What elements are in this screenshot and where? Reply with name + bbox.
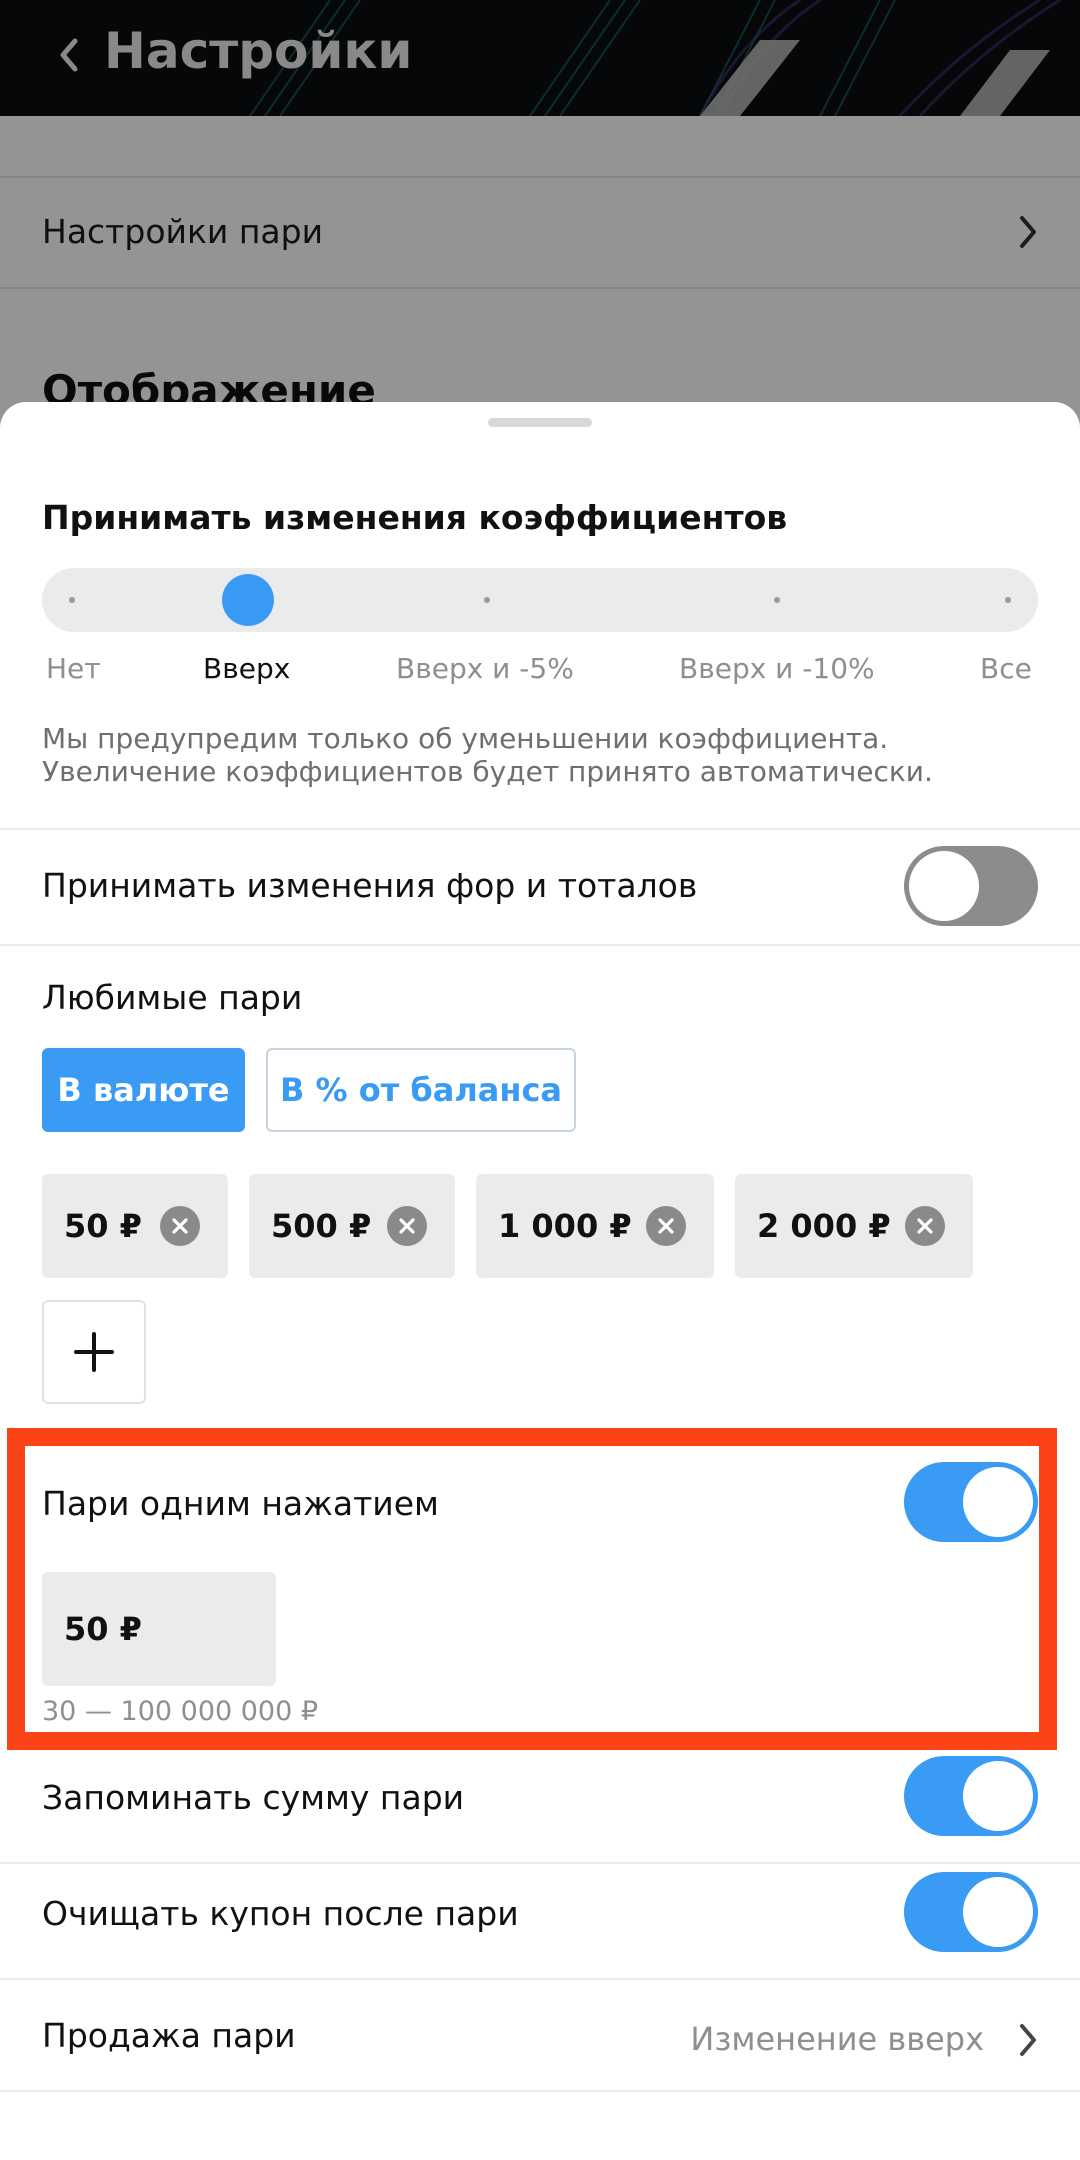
close-icon <box>658 1218 674 1234</box>
handicap-toggle[interactable] <box>904 846 1038 926</box>
favorite-amount-chip[interactable]: 500 ₽ <box>249 1174 455 1278</box>
odds-changes-title: Принимать изменения коэффициентов <box>42 498 788 537</box>
settings-bottom-sheet: Принимать изменения коэффициентов Нет Вв… <box>0 402 1080 2160</box>
odds-change-slider[interactable] <box>42 568 1038 632</box>
slider-thumb[interactable] <box>222 574 274 626</box>
remove-amount-button[interactable] <box>160 1206 200 1246</box>
remove-amount-button[interactable] <box>646 1206 686 1246</box>
add-amount-button[interactable] <box>42 1300 146 1404</box>
remember-amount-label: Запоминать сумму пари <box>42 1778 465 1817</box>
divider <box>0 944 1080 946</box>
favorite-amount-chip[interactable]: 2 000 ₽ <box>735 1174 973 1278</box>
one-click-amount-input[interactable]: 50 ₽ <box>42 1572 276 1686</box>
chip-amount: 2 000 ₽ <box>757 1207 891 1245</box>
handicap-toggle-label: Принимать изменения фор и тоталов <box>42 866 698 905</box>
bet-sale-label[interactable]: Продажа пари <box>42 2016 296 2055</box>
clear-coupon-label: Очищать купон после пари <box>42 1894 519 1933</box>
slider-label-up[interactable]: Вверх <box>203 652 290 685</box>
chip-amount: 1 000 ₽ <box>498 1207 632 1245</box>
clear-coupon-toggle[interactable] <box>904 1872 1038 1952</box>
toggle-knob <box>963 1761 1033 1831</box>
close-icon <box>172 1218 188 1234</box>
slider-label-up-10[interactable]: Вверх и -10% <box>679 652 875 685</box>
favorite-bets-title: Любимые пари <box>42 978 303 1017</box>
favorite-amount-chip[interactable]: 50 ₽ <box>42 1174 228 1278</box>
slider-stop-all[interactable] <box>1005 597 1011 603</box>
tab-percent-balance[interactable]: В % от баланса <box>266 1048 576 1132</box>
slider-label-up-5[interactable]: Вверх и -5% <box>396 652 574 685</box>
remove-amount-button[interactable] <box>905 1206 945 1246</box>
bet-sale-value[interactable]: Изменение вверх <box>690 2020 984 2058</box>
plus-icon <box>74 1332 114 1372</box>
favorite-amount-chip[interactable]: 1 000 ₽ <box>476 1174 714 1278</box>
chip-amount: 50 ₽ <box>64 1207 142 1245</box>
slider-stop-up-10[interactable] <box>774 597 780 603</box>
toggle-knob <box>963 1467 1033 1537</box>
divider <box>0 2090 1080 2092</box>
odds-hint-text: Мы предупредим только об уменьшении коэф… <box>42 722 933 788</box>
remember-amount-toggle[interactable] <box>904 1756 1038 1836</box>
divider <box>0 1978 1080 1980</box>
chip-amount: 500 ₽ <box>271 1207 372 1245</box>
divider <box>0 1862 1080 1864</box>
slider-stop-none[interactable] <box>69 597 75 603</box>
tab-currency[interactable]: В валюте <box>42 1048 245 1132</box>
slider-label-all[interactable]: Все <box>980 652 1032 685</box>
chevron-right-icon[interactable] <box>1016 2022 1040 2058</box>
close-icon <box>399 1218 415 1234</box>
close-icon <box>917 1218 933 1234</box>
divider <box>0 828 1080 830</box>
toggle-knob <box>963 1877 1033 1947</box>
one-click-toggle[interactable] <box>904 1462 1038 1542</box>
slider-label-none[interactable]: Нет <box>46 652 101 685</box>
sheet-drag-handle[interactable] <box>488 418 592 427</box>
one-click-amount-value: 50 ₽ <box>64 1610 142 1648</box>
toggle-knob <box>909 851 979 921</box>
one-click-label: Пари одним нажатием <box>42 1484 439 1523</box>
remove-amount-button[interactable] <box>387 1206 427 1246</box>
slider-stop-up-5[interactable] <box>484 597 490 603</box>
amount-range-hint: 30 — 100 000 000 ₽ <box>42 1696 319 1727</box>
